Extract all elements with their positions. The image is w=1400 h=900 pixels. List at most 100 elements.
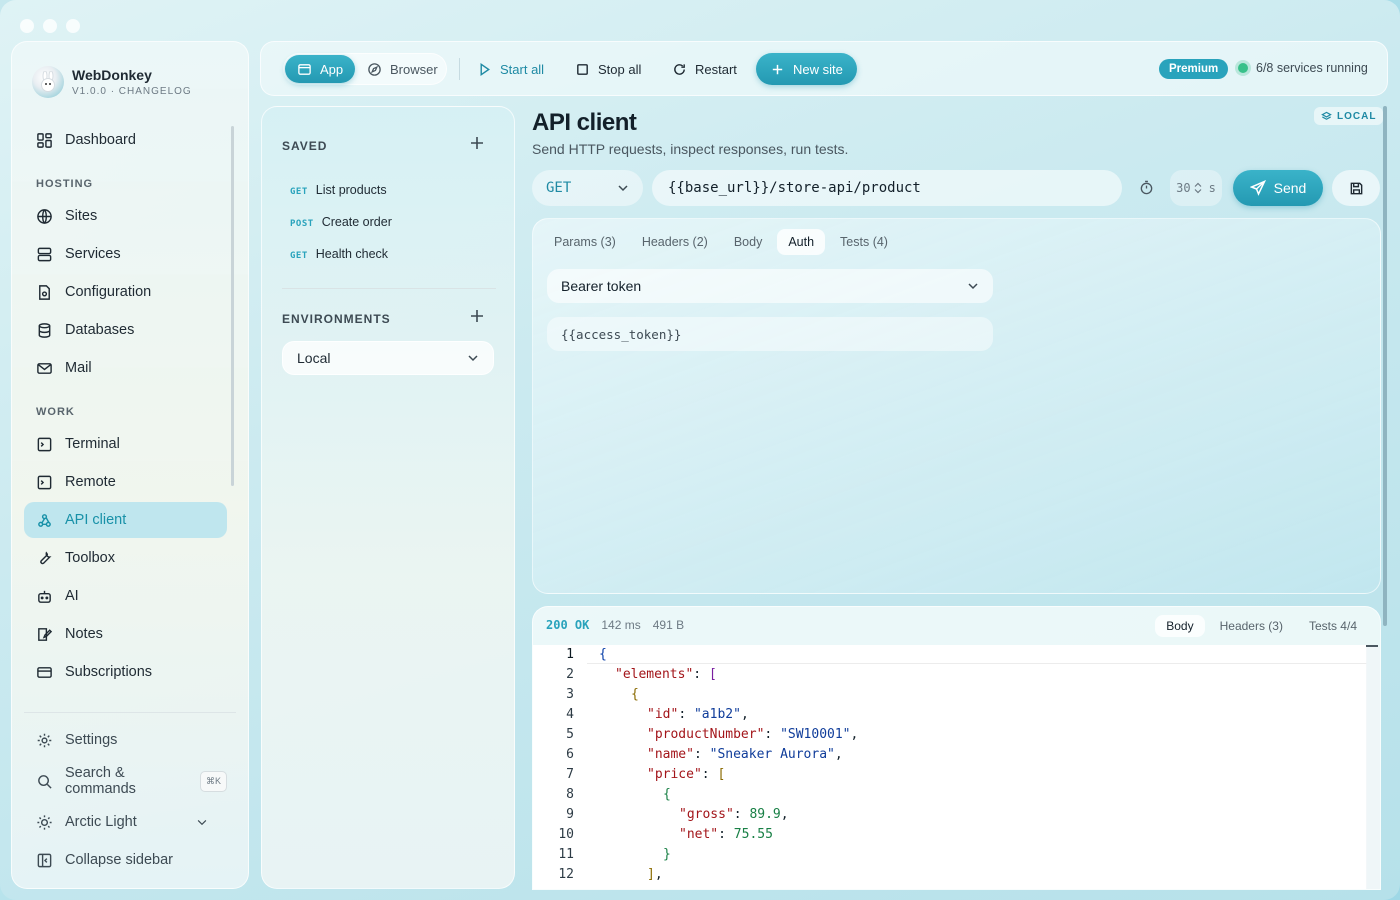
sidebar-item-label: Terminal [65, 436, 120, 452]
sidebar-item-label: Toolbox [65, 550, 115, 566]
new-site-label: New site [793, 61, 843, 77]
stepper-arrows-icon[interactable] [1194, 182, 1202, 194]
stop-icon [577, 63, 588, 75]
saved-heading: SAVED [282, 139, 328, 153]
services-status[interactable]: 6/8 services running [1238, 61, 1368, 75]
sidebar-item-mail[interactable]: Mail [24, 350, 227, 386]
request-method: GET [290, 251, 308, 261]
chevron-down-icon [197, 820, 207, 826]
sidebar-item-dashboard[interactable]: Dashboard [24, 122, 227, 158]
sidebar-collapse-icon [37, 853, 52, 867]
saved-request-item[interactable]: GET Health check [290, 247, 388, 261]
panel-divider [282, 288, 496, 289]
response-tab-headers[interactable]: Headers (3) [1209, 615, 1294, 637]
auth-type-value: Bearer token [561, 278, 642, 294]
new-site-button[interactable]: New site [756, 53, 857, 85]
tab-body[interactable]: Body [723, 229, 774, 255]
response-tab-body[interactable]: Body [1155, 615, 1205, 637]
sidebar-item-api-client[interactable]: API client [24, 502, 227, 538]
section-work: WORK [36, 406, 75, 418]
sidebar-item-toolbox[interactable]: Toolbox [24, 540, 227, 576]
mode-app-button[interactable]: App [285, 55, 356, 83]
line-number: 6 [566, 747, 574, 762]
sidebar-item-label: Databases [65, 322, 135, 338]
add-environment-button[interactable] [470, 307, 484, 328]
sidebar-item-notes[interactable]: Notes [24, 616, 227, 652]
response-body-editor[interactable]: 1 2 3 4 5 6 7 8 9 10 11 12 {"elements": … [533, 645, 1367, 889]
sidebar-search-commands[interactable]: Search & commands ⌘K [24, 763, 227, 799]
tab-auth[interactable]: Auth [777, 229, 826, 255]
restart-button[interactable]: Restart [660, 53, 749, 85]
main-scrollbar[interactable] [1383, 106, 1387, 626]
maximize-window-button[interactable] [66, 19, 80, 33]
version-changelog-link[interactable]: V1.0.0 · CHANGELOG [72, 86, 192, 97]
sidebar-item-label: Collapse sidebar [65, 852, 174, 868]
sidebar-item-label: Search & commands [65, 765, 136, 797]
http-method-select[interactable]: GET [532, 170, 643, 206]
code-line: "gross": 89.9, [679, 807, 789, 822]
tab-headers[interactable]: Headers (2) [631, 229, 719, 255]
auth-type-select[interactable]: Bearer token [547, 269, 993, 303]
dashboard-icon [37, 132, 52, 148]
response-scrollbar-thumb[interactable] [1366, 645, 1378, 647]
line-number: 8 [566, 787, 574, 802]
line-number: 12 [558, 867, 574, 882]
sidebar-item-ai[interactable]: AI [24, 578, 227, 614]
page-title: API client [532, 109, 637, 136]
tab-params[interactable]: Params (3) [543, 229, 627, 255]
sidebar-item-subscriptions[interactable]: Subscriptions [24, 654, 227, 690]
save-icon [1350, 182, 1362, 194]
environment-badge-label: LOCAL [1337, 110, 1377, 122]
line-number: 4 [566, 707, 574, 722]
code-line: "price": [ [647, 767, 726, 782]
environment-select[interactable]: Local [282, 341, 494, 375]
mode-browser-button[interactable]: Browser [355, 55, 450, 83]
sidebar-collapse[interactable]: Collapse sidebar [24, 842, 227, 878]
minimize-window-button[interactable] [43, 19, 57, 33]
sidebar-item-services[interactable]: Services [24, 236, 227, 272]
terminal-icon [37, 437, 52, 451]
page-subtitle: Send HTTP requests, inspect responses, r… [532, 141, 849, 157]
sidebar-item-terminal[interactable]: Terminal [24, 426, 227, 462]
response-time: 142 ms [601, 618, 641, 632]
sidebar-scrollbar[interactable] [231, 126, 234, 486]
code-line: { [631, 687, 639, 702]
section-hosting: HOSTING [36, 178, 94, 190]
saved-request-item[interactable]: POST Create order [290, 215, 392, 229]
sidebar-item-configuration[interactable]: Configuration [24, 274, 227, 310]
add-saved-request-button[interactable] [470, 134, 484, 155]
brand[interactable]: WebDonkey V1.0.0 · CHANGELOG [32, 66, 192, 98]
restart-label: Restart [695, 61, 737, 77]
code-line: "elements": [ [615, 667, 717, 682]
line-number: 10 [558, 827, 574, 842]
sidebar-theme-selector[interactable]: Arctic Light [24, 804, 227, 840]
sidebar-item-label: Services [65, 246, 121, 262]
code-line: "name": "Sneaker Aurora", [647, 747, 843, 762]
stop-all-button[interactable]: Stop all [563, 53, 653, 85]
response-tab-tests[interactable]: Tests 4/4 [1298, 615, 1368, 637]
close-window-button[interactable] [20, 19, 34, 33]
url-input[interactable]: {{base_url}}/store-api/product [652, 170, 1122, 206]
play-icon [480, 62, 490, 76]
start-all-button[interactable]: Start all [465, 53, 556, 85]
timeout-stepper[interactable]: 30 s [1170, 170, 1222, 206]
auth-token-value: {{access_token}} [561, 326, 682, 342]
services-status-text: 6/8 services running [1256, 61, 1368, 75]
sidebar-settings[interactable]: Settings [24, 722, 227, 758]
sidebar-item-sites[interactable]: Sites [24, 198, 227, 234]
request-method: GET [290, 187, 308, 197]
config-file-icon [39, 284, 50, 300]
tab-tests[interactable]: Tests (4) [829, 229, 899, 255]
response-scrollbar[interactable] [1366, 647, 1380, 889]
send-button[interactable]: Send [1233, 170, 1323, 206]
environment-selected: Local [297, 350, 331, 366]
auth-token-input[interactable]: {{access_token}} [547, 317, 993, 351]
sidebar-item-label: Configuration [65, 284, 152, 300]
sidebar-item-label: Sites [65, 208, 98, 224]
sidebar-item-databases[interactable]: Databases [24, 312, 227, 348]
send-label: Send [1273, 180, 1307, 196]
saved-request-item[interactable]: GET List products [290, 183, 387, 197]
save-request-button[interactable] [1332, 170, 1380, 206]
sidebar-item-remote[interactable]: Remote [24, 464, 227, 500]
timeout-unit: s [1208, 181, 1216, 195]
